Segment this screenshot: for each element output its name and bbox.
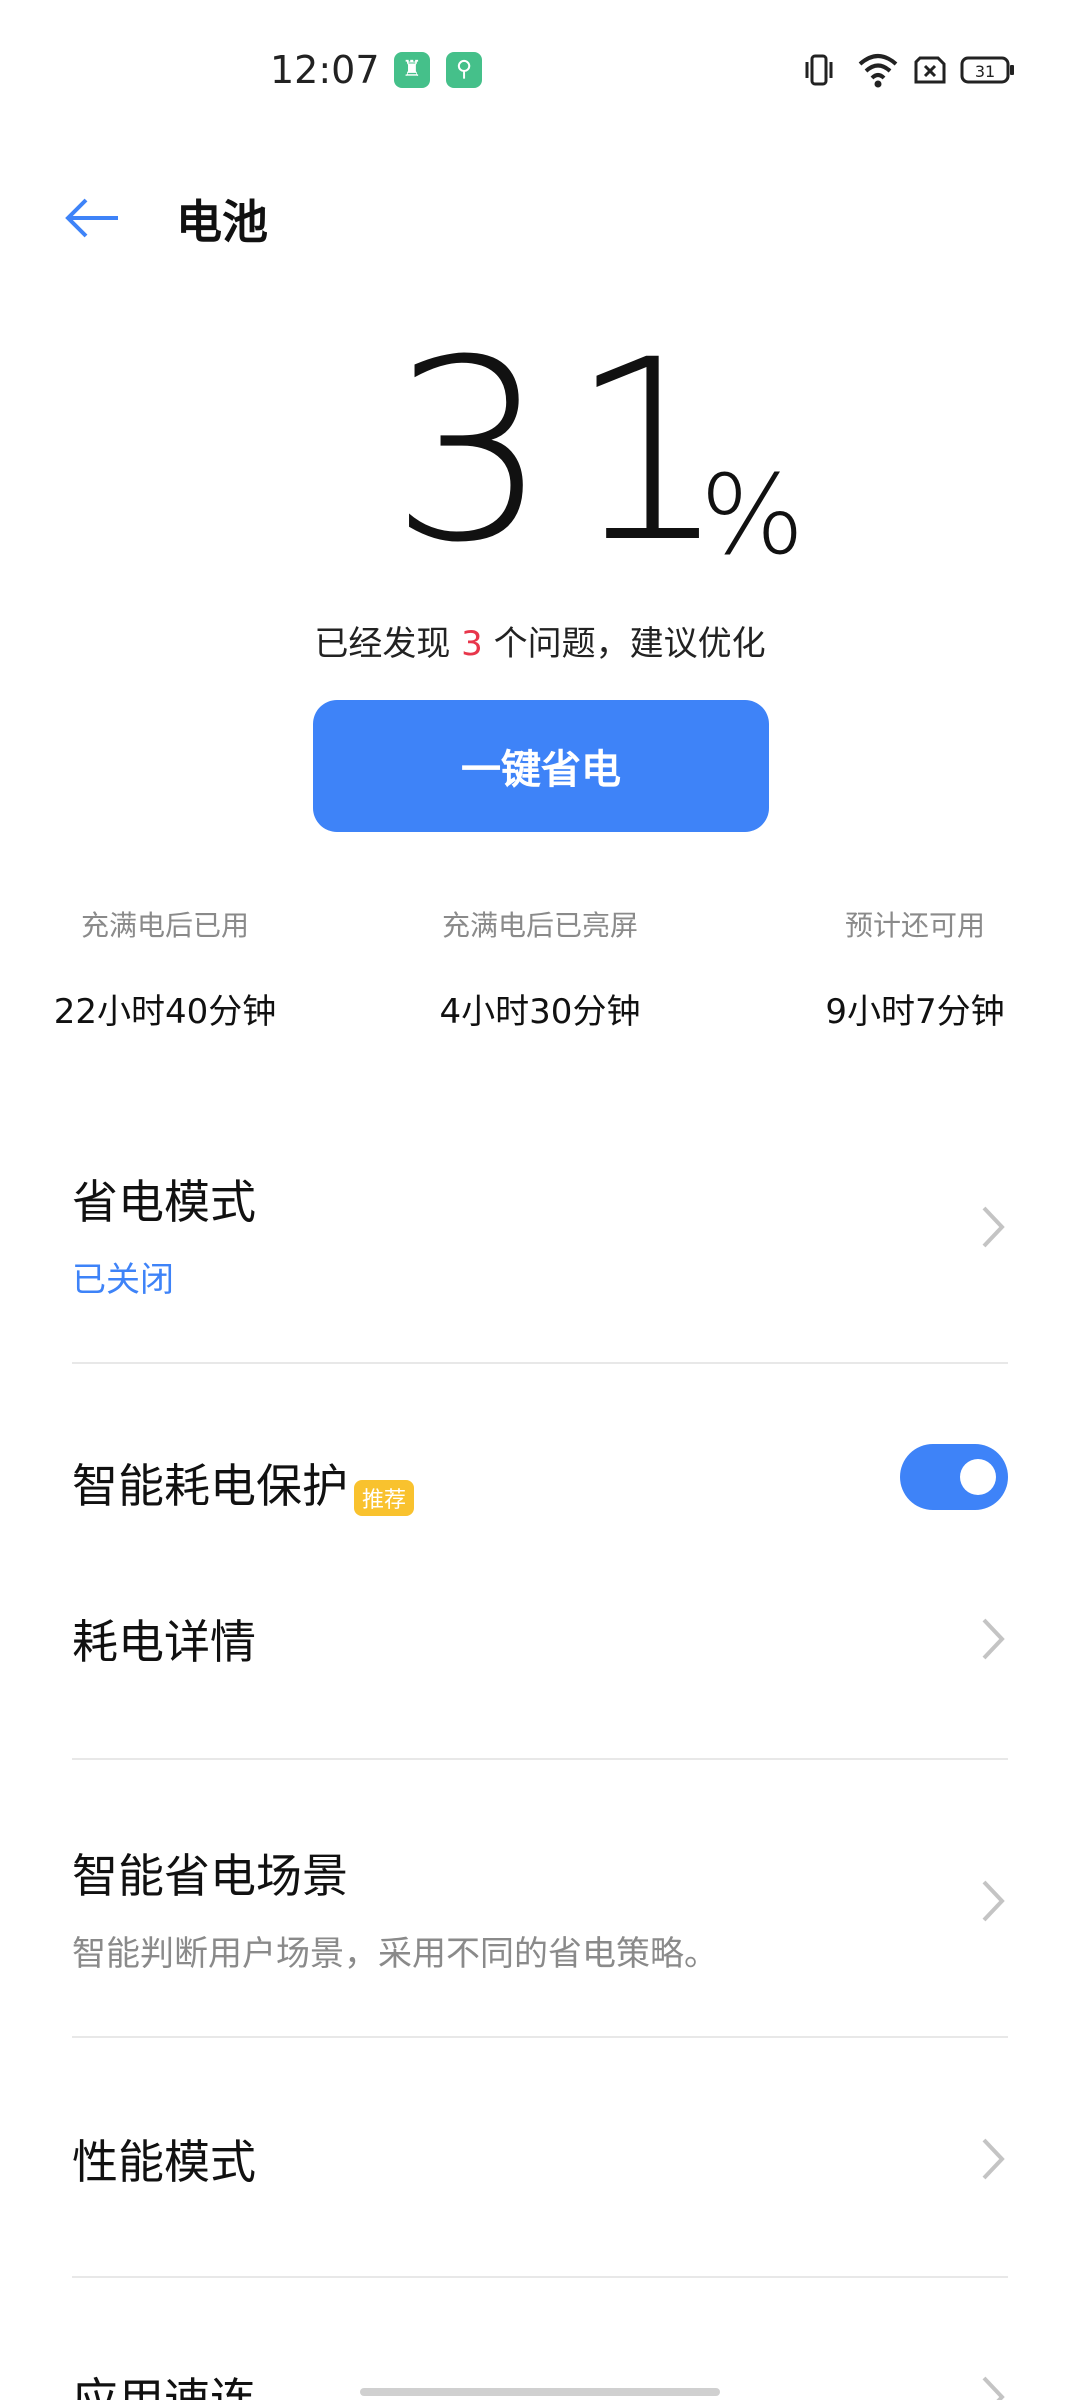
recommended-badge: 推荐 [354, 1479, 415, 1516]
no-sim-icon [914, 56, 946, 84]
arrow-left-icon [65, 198, 118, 238]
back-button[interactable] [56, 180, 126, 250]
battery-level-display: 31 % [0, 327, 1080, 580]
stat-label: 充满电后已用 [80, 909, 249, 942]
chevron-right-icon [982, 1880, 1005, 1922]
wifi-icon [858, 54, 898, 88]
issue-summary: 已经发现 3 个问题，建议优化 [0, 616, 1080, 665]
vibrate-icon [805, 54, 833, 86]
stat-estimated-remaining: 预计还可用 9小时7分钟 [750, 904, 1080, 1033]
stat-value: 9小时7分钟 [825, 992, 1005, 1032]
stat-value: 22小时40分钟 [53, 992, 277, 1032]
divider [72, 1362, 1008, 1364]
battery-percent-unit: % [700, 451, 805, 579]
chevron-right-icon [982, 1618, 1005, 1660]
app-notification-icon: ♜ [394, 52, 430, 88]
power-saving-mode-row[interactable]: 省电模式 已关闭 [72, 1166, 1008, 1300]
stat-screen-on-since-full: 充满电后已亮屏 4小时30分钟 [375, 904, 705, 1033]
one-click-save-button[interactable]: 一键省电 [313, 700, 769, 832]
page-title: 电池 [176, 195, 268, 249]
row-subtitle: 智能判断用户场景，采用不同的省电策略。 [72, 1934, 718, 1974]
row-status: 已关闭 [72, 1260, 174, 1300]
row-title: 智能耗电保护 [72, 1459, 348, 1513]
row-title: 智能省电场景 [72, 1849, 348, 1903]
smart-protection-toggle[interactable] [900, 1444, 1008, 1510]
smart-scenes-row[interactable]: 智能省电场景 智能判断用户场景，采用不同的省电策略。 [72, 1840, 1008, 1974]
chevron-right-icon [982, 2138, 1005, 2180]
battery-percent: 31 [390, 306, 749, 597]
stat-label: 预计还可用 [844, 909, 985, 942]
stat-used-since-full: 充满电后已用 22小时40分钟 [0, 904, 330, 1033]
stat-value: 4小时30分钟 [439, 992, 641, 1032]
battery-icon: 31 [960, 56, 1014, 84]
key-notification-icon: ⚲ [446, 52, 482, 88]
row-title: 省电模式 [72, 1175, 256, 1229]
status-time: 12:07 [270, 48, 380, 92]
issue-prefix: 已经发现 [314, 624, 462, 664]
chevron-right-icon [982, 1206, 1005, 1248]
status-bar: 12:07 ♜ ⚲ 31 [0, 0, 1080, 140]
issue-suffix: 个问题，建议优化 [482, 624, 766, 664]
chevron-right-icon [982, 2376, 1005, 2400]
divider [72, 2276, 1008, 2278]
issue-count: 3 [461, 624, 483, 664]
row-title: 耗电详情 [72, 1615, 256, 1669]
stat-label: 充满电后已亮屏 [441, 909, 638, 942]
battery-level-text: 31 [975, 62, 995, 81]
divider [72, 2036, 1008, 2038]
home-indicator[interactable] [360, 2388, 720, 2396]
divider [72, 1758, 1008, 1760]
smart-protection-row: 智能耗电保护 推荐 [72, 1444, 1008, 1520]
performance-mode-row[interactable]: 性能模式 [72, 2126, 1008, 2196]
consumption-details-row[interactable]: 耗电详情 [72, 1606, 1008, 1676]
row-title: 性能模式 [72, 2135, 256, 2189]
